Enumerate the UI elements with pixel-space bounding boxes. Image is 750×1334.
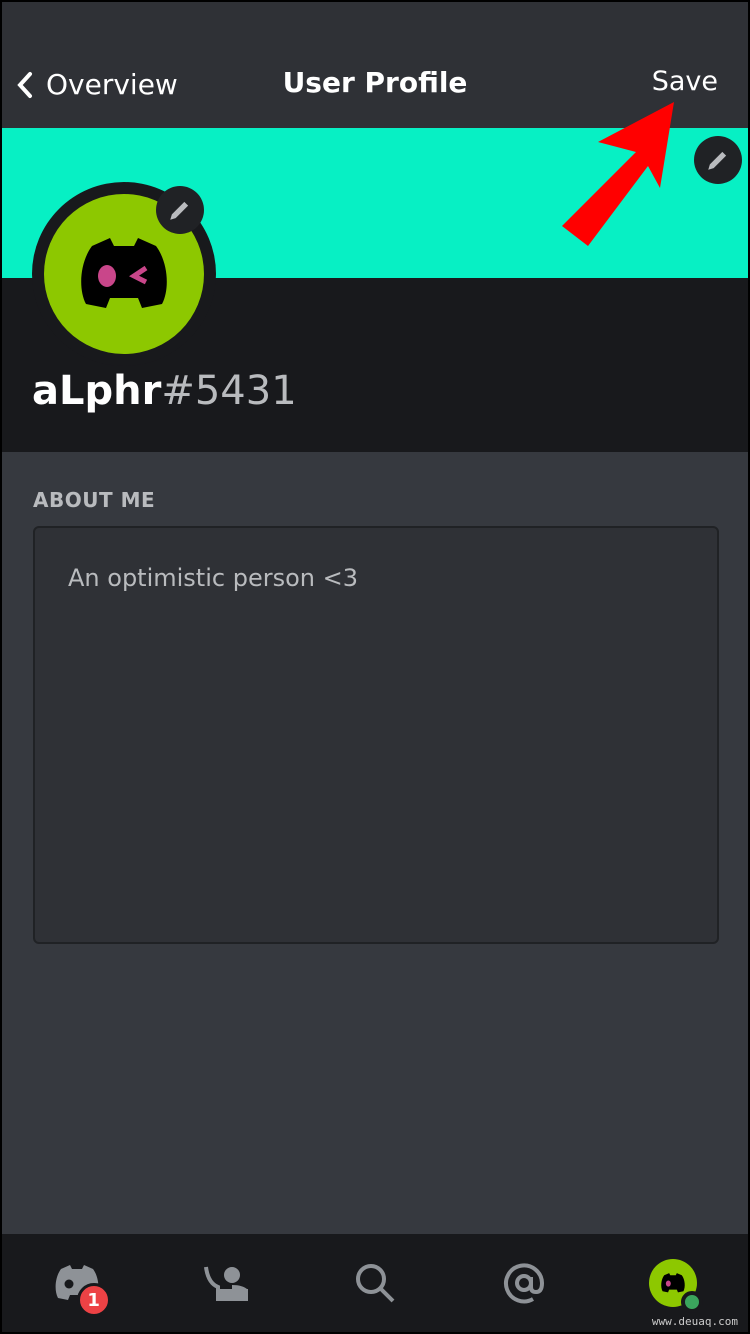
username: aLphr#5431 bbox=[32, 368, 297, 414]
about-me-text: An optimistic person <3 bbox=[68, 564, 358, 592]
friends-icon bbox=[203, 1266, 248, 1301]
nav-profile[interactable] bbox=[643, 1253, 704, 1313]
nav-home[interactable]: 1 bbox=[47, 1253, 111, 1317]
profile-avatar-icon bbox=[649, 1259, 704, 1313]
about-me-input[interactable]: An optimistic person <3 bbox=[33, 526, 719, 944]
username-name: aLphr bbox=[32, 368, 162, 414]
nav-friends[interactable] bbox=[196, 1253, 256, 1313]
online-status-icon bbox=[681, 1291, 704, 1313]
red-arrow-shape bbox=[562, 102, 674, 246]
about-me-label: ABOUT ME bbox=[33, 488, 156, 512]
watermark: www.deuaq.com bbox=[651, 1315, 738, 1328]
notification-badge: 1 bbox=[76, 1283, 111, 1317]
nav-search[interactable] bbox=[345, 1253, 405, 1313]
username-discriminator: #5431 bbox=[161, 368, 297, 414]
nav-mentions[interactable] bbox=[494, 1253, 554, 1313]
search-icon bbox=[355, 1264, 395, 1303]
bottom-nav: 1 bbox=[2, 1234, 748, 1332]
mentions-icon bbox=[504, 1263, 545, 1304]
annotation-arrow bbox=[562, 102, 674, 246]
